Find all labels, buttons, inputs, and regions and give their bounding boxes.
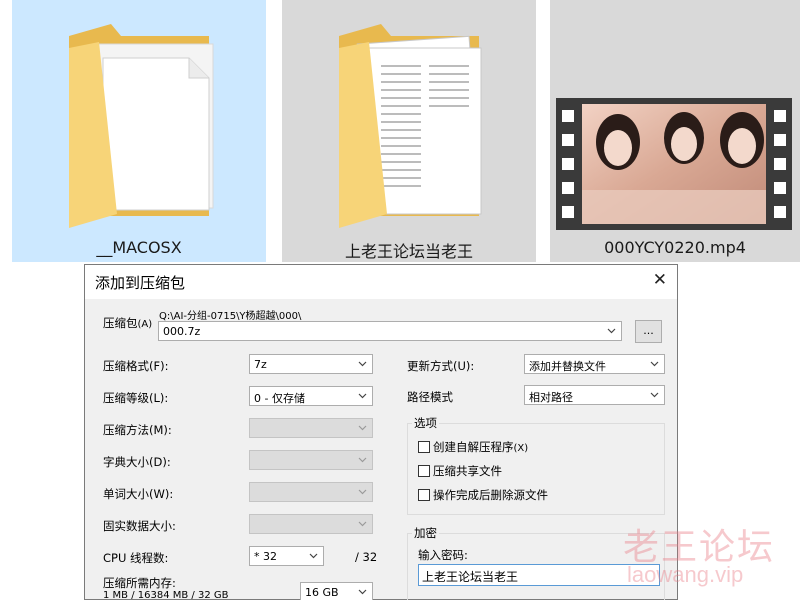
dialog-titlebar[interactable]: 添加到压缩包 ✕ <box>85 265 677 299</box>
memory-label: 压缩所需内存: <box>103 576 176 590</box>
archive-name-combo[interactable]: 000.7z <box>158 321 622 341</box>
update-mode-value: 添加并替换文件 <box>529 360 606 373</box>
archive-label: 压缩包(A) <box>103 316 153 330</box>
path-mode-label: 路径模式 <box>407 390 453 404</box>
chevron-down-icon <box>358 487 367 496</box>
dialog-title: 添加到压缩包 <box>95 274 186 292</box>
word-size-label: 单词大小(W): <box>103 487 174 501</box>
level-label: 压缩等级(L): <box>103 391 169 405</box>
format-select[interactable]: 7z <box>249 354 373 374</box>
video-thumbnail-icon <box>556 98 792 230</box>
explorer-item-video[interactable]: 000YCY0220.mp4 <box>550 0 800 262</box>
level-value: 0 - 仅存储 <box>254 392 305 405</box>
chevron-down-icon <box>607 326 616 335</box>
folder-with-documents-icon <box>339 24 482 228</box>
format-value: 7z <box>254 358 267 371</box>
chevron-down-icon <box>309 551 318 560</box>
update-mode-select[interactable]: 添加并替换文件 <box>524 354 665 374</box>
memory-detail: 1 MB / 16384 MB / 32 GB <box>103 590 229 600</box>
word-size-select[interactable] <box>249 482 373 502</box>
cpu-threads-value: * 32 <box>254 550 277 563</box>
shared-files-checkbox-row[interactable]: 压缩共享文件 <box>418 463 502 479</box>
dict-size-label: 字典大小(D): <box>103 455 171 469</box>
cpu-threads-label: CPU 线程数: <box>103 551 169 565</box>
solid-size-label: 固实数据大小: <box>103 519 176 533</box>
cpu-threads-total: / 32 <box>355 550 378 564</box>
cpu-threads-select[interactable]: * 32 <box>249 546 324 566</box>
options-group-title: 选项 <box>412 415 439 431</box>
chevron-down-icon <box>358 587 367 596</box>
level-select[interactable]: 0 - 仅存储 <box>249 386 373 406</box>
delete-after-checkbox-row[interactable]: 操作完成后删除源文件 <box>418 487 548 503</box>
chevron-down-icon <box>650 359 659 368</box>
solid-size-select[interactable] <box>249 514 373 534</box>
explorer-item-label: 000YCY0220.mp4 <box>604 238 746 257</box>
dict-size-select[interactable] <box>249 450 373 470</box>
add-to-archive-dialog: 添加到压缩包 ✕ 压缩包(A) Q:\AI-分组-0715\Y杨超越\000\ … <box>84 264 678 600</box>
chevron-down-icon <box>358 391 367 400</box>
folder-icon <box>69 24 214 228</box>
explorer-item-macosx[interactable]: __MACOSX <box>12 0 266 262</box>
method-select[interactable] <box>249 418 373 438</box>
memory-value: 16 GB <box>305 586 339 599</box>
explorer-item-folder[interactable]: 上老王论坛当老王 <box>282 0 536 262</box>
archive-name-value: 000.7z <box>163 325 201 338</box>
explorer-item-label: __MACOSX <box>96 238 182 257</box>
browse-button[interactable]: ... <box>635 320 662 343</box>
encryption-group-title: 加密 <box>412 525 439 541</box>
chevron-down-icon <box>358 359 367 368</box>
close-icon[interactable]: ✕ <box>653 270 667 290</box>
update-mode-label: 更新方式(U): <box>407 359 475 373</box>
chevron-down-icon <box>358 423 367 432</box>
sfx-checkbox[interactable] <box>418 441 430 453</box>
format-label: 压缩格式(F): <box>103 359 169 373</box>
explorer-item-label: 上老王论坛当老王 <box>344 242 473 261</box>
watermark-text-en: laowang.vip <box>627 562 744 587</box>
memory-select[interactable]: 16 GB <box>300 582 373 600</box>
chevron-down-icon <box>358 455 367 464</box>
password-label: 输入密码: <box>418 548 468 562</box>
chevron-down-icon <box>358 519 367 528</box>
path-mode-select[interactable]: 相对路径 <box>524 385 665 405</box>
archive-path: Q:\AI-分组-0715\Y杨超越\000\ <box>159 311 302 322</box>
path-mode-value: 相对路径 <box>529 391 573 404</box>
sfx-checkbox-row[interactable]: 创建自解压程序(X) <box>418 439 528 455</box>
chevron-down-icon <box>650 390 659 399</box>
delete-after-checkbox[interactable] <box>418 489 430 501</box>
shared-files-checkbox[interactable] <box>418 465 430 477</box>
method-label: 压缩方法(M): <box>103 423 172 437</box>
